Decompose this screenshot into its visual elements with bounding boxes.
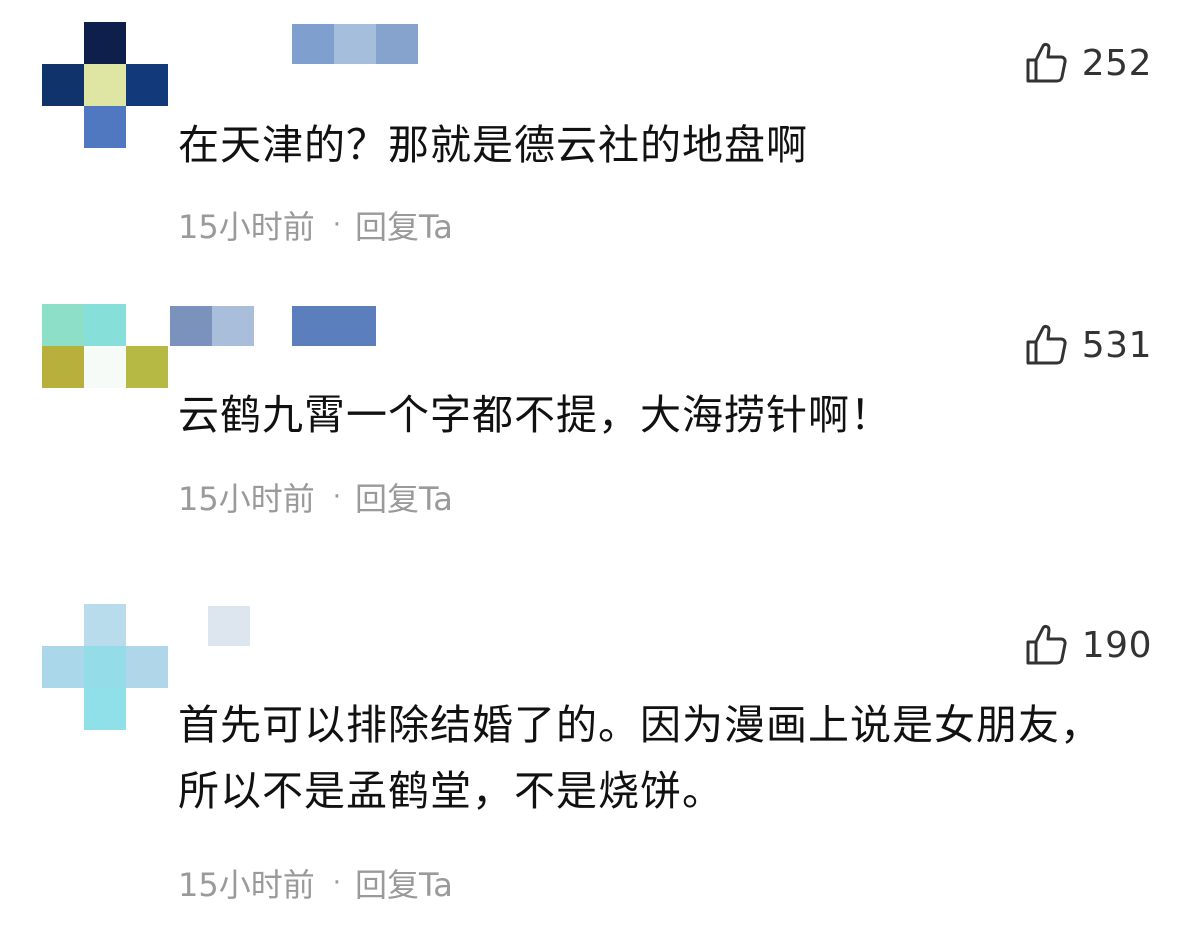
like-count: 531 (1081, 324, 1152, 366)
separator-dot: · (332, 482, 341, 512)
avatar-pixel (42, 304, 84, 346)
avatar-pixel (84, 304, 126, 346)
comment-item: 190 首先可以排除结婚了的。因为漫画上说是女朋友，所以不是孟鹤堂，不是烧饼。 … (0, 604, 1200, 924)
like-count: 190 (1081, 624, 1152, 666)
like-button[interactable]: 531 (1024, 322, 1152, 368)
avatar-pixel (42, 64, 84, 106)
username-pixel (334, 24, 376, 64)
username[interactable] (170, 604, 430, 648)
username[interactable] (170, 304, 430, 348)
separator-dot: · (332, 868, 341, 898)
avatar[interactable] (0, 304, 170, 434)
like-count: 252 (1081, 42, 1152, 84)
username-pixel (170, 306, 212, 346)
username-pixel (376, 24, 418, 64)
avatar-pixel (84, 604, 126, 646)
username-pixel (208, 606, 250, 646)
timestamp: 15小时前 (178, 866, 315, 904)
avatar-pixel (126, 64, 168, 106)
reply-button[interactable]: 回复Ta (355, 474, 453, 520)
reply-button[interactable]: 回复Ta (355, 860, 453, 906)
comment-text: 云鹤九霄一个字都不提，大海捞针啊！ (178, 391, 892, 439)
username-pixel (292, 24, 334, 64)
like-button[interactable]: 190 (1024, 622, 1152, 668)
comment-meta: 15小时前 · 回复Ta (178, 860, 453, 906)
username-pixel (212, 306, 254, 346)
comment-meta: 15小时前 · 回复Ta (178, 474, 453, 520)
timestamp: 15小时前 (178, 480, 315, 518)
avatar[interactable] (0, 22, 170, 152)
avatar-pixel (42, 646, 84, 688)
timestamp: 15小时前 (178, 208, 315, 246)
avatar-pixel (84, 346, 126, 388)
thumbs-up-icon (1026, 324, 1067, 365)
comment-meta: 15小时前 · 回复Ta (178, 202, 453, 248)
thumbs-up-icon (1026, 42, 1067, 83)
comment-item: 531 云鹤九霄一个字都不提，大海捞针啊！ 15小时前 · 回复Ta (0, 304, 1200, 544)
avatar-pixel (84, 106, 126, 148)
like-button[interactable]: 252 (1024, 40, 1152, 86)
avatar-pixel (84, 64, 126, 106)
avatar[interactable] (0, 604, 170, 734)
username[interactable] (170, 22, 430, 66)
username-pixel (292, 306, 376, 346)
avatar-pixel (126, 346, 168, 388)
separator-dot: · (332, 210, 341, 240)
avatar-pixel (126, 646, 168, 688)
avatar-pixel (84, 688, 126, 730)
avatar-pixel (84, 646, 126, 688)
comment-item: 252 在天津的？那就是德云社的地盘啊 15小时前 · 回复Ta (0, 22, 1200, 262)
thumbs-up-icon (1026, 624, 1067, 665)
comment-text: 首先可以排除结婚了的。因为漫画上说是女朋友，所以不是孟鹤堂，不是烧饼。 (178, 701, 1102, 815)
avatar-pixel (84, 22, 126, 64)
avatar-pixel (42, 346, 84, 388)
reply-button[interactable]: 回复Ta (355, 202, 453, 248)
comment-text: 在天津的？那就是德云社的地盘啊 (178, 121, 808, 169)
